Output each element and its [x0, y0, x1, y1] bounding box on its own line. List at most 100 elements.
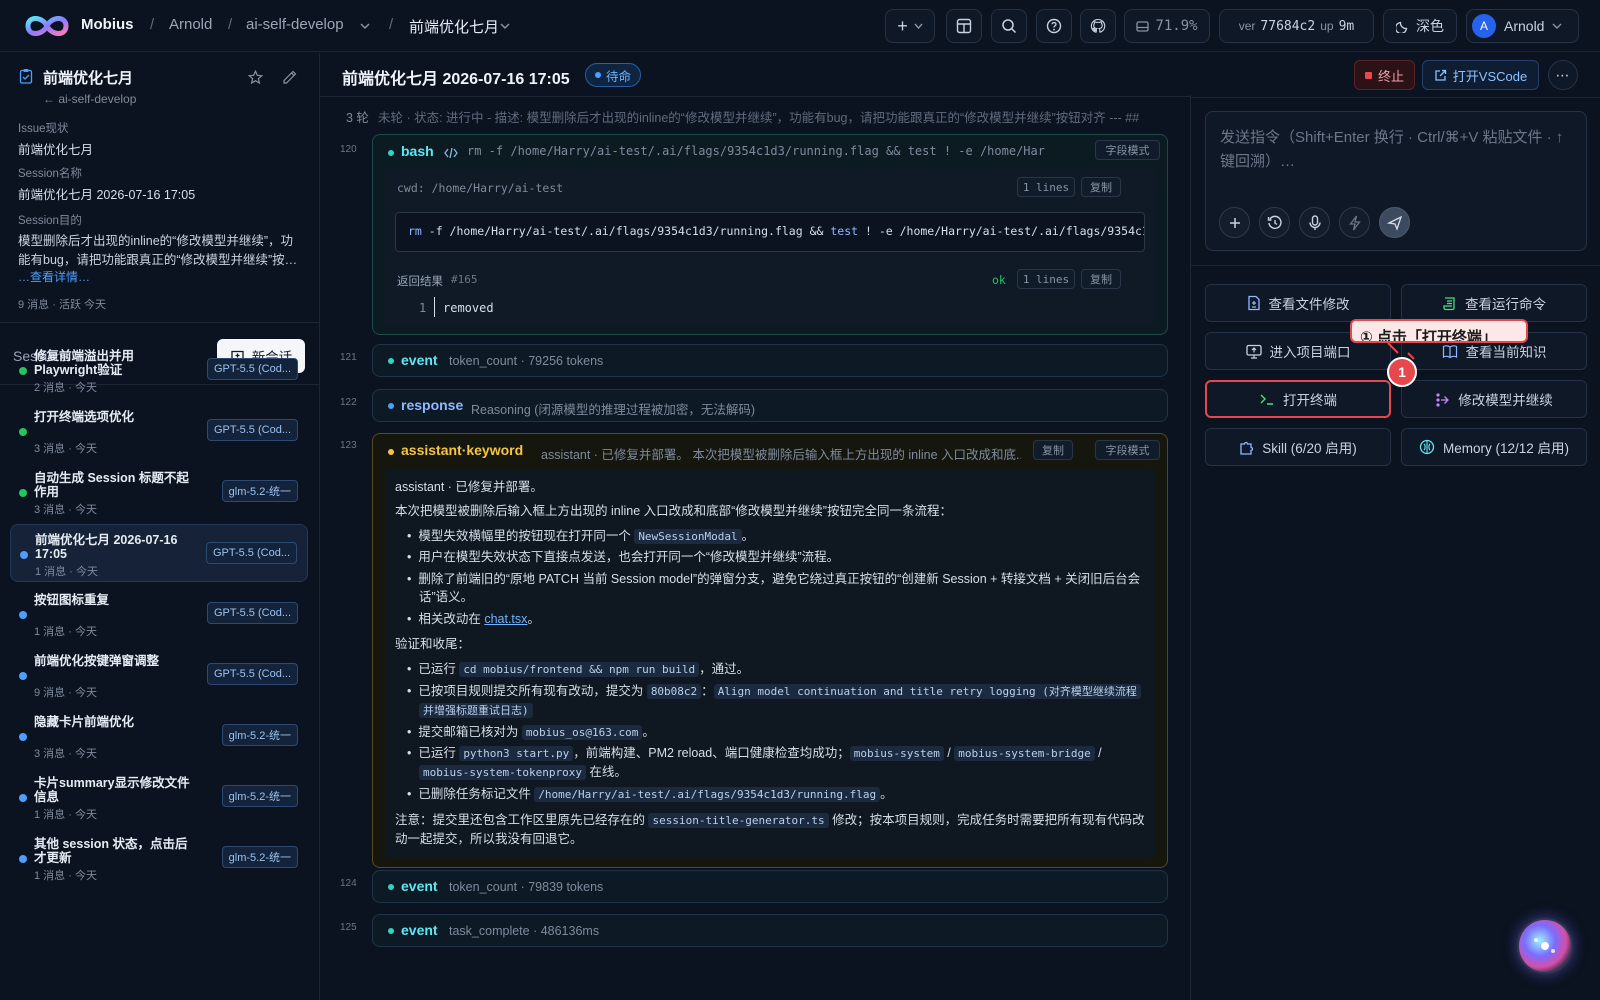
session-goal-label: Session目的 [18, 215, 82, 227]
add-menu-button[interactable]: + [885, 9, 935, 43]
event-block[interactable]: event task_complete · 486136ms [372, 914, 1168, 947]
version-label: ver [1238, 19, 1256, 33]
event-keyword: event [401, 352, 438, 368]
session-title: 自动生成 Session 标题不起作用 [34, 471, 189, 499]
inline-code: mobius_os@163.com [521, 725, 643, 740]
microphone-button[interactable] [1299, 207, 1330, 238]
breadcrumb-project[interactable]: ai-self-develop [246, 16, 344, 33]
breadcrumb-separator: / [150, 16, 155, 33]
line-count-label: 1 lines [1022, 272, 1070, 286]
more-icon: ⋯ [1555, 66, 1571, 83]
text: 。 [880, 787, 893, 801]
session-list-item[interactable]: 隐藏卡片前端优化 3 消息 · 今天 glm-5.2-统一 [10, 707, 308, 765]
event-block[interactable]: event token_count · 79256 tokens [372, 344, 1168, 377]
text: 在线。 [585, 765, 627, 779]
github-button[interactable] [1080, 9, 1116, 43]
view-commands-button[interactable]: 查看运行命令 [1401, 284, 1587, 322]
assistant-preview: assistant · 已修复并部署。 本次把模型被删除后输入框上方出现的 in… [541, 448, 1021, 462]
issue-status-value: 前端优化七月 [18, 143, 94, 157]
session-title: 其他 session 状态，点击后才更新 [34, 837, 188, 865]
file-link[interactable]: chat.tsx [484, 612, 527, 626]
list-item: • 已按项目规则提交所有现有改动，提交为 80b08c2： Align model… [407, 682, 1141, 701]
mobius-logo-icon[interactable] [24, 12, 70, 40]
view-file-changes-button[interactable]: 查看文件修改 [1205, 284, 1391, 322]
session-model-chip: GPT-5.5 (Cod... [206, 602, 298, 624]
session-list-item[interactable]: 按钮图标重复 1 消息 · 今天 GPT-5.5 (Cod... [10, 585, 308, 643]
history-button[interactable] [1259, 207, 1290, 238]
event-block[interactable]: event token_count · 79839 tokens [372, 870, 1168, 903]
assistant-orb-button[interactable] [1517, 918, 1573, 974]
session-list-item[interactable]: 前端优化七月 2026-07-16 17:05 1 消息 · 今天 GPT-5.5 … [10, 524, 308, 582]
help-button[interactable] [1036, 9, 1072, 43]
assistant-block: assistant·keyword assistant · 已修复并部署。 本次… [372, 433, 1168, 868]
command-input-placeholder: 发送指令（Shift+Enter 换行 · Ctrl/⌘+V 粘贴文件 · ↑键… [1220, 129, 1564, 170]
breadcrumb-user[interactable]: Arnold [169, 16, 212, 33]
session-model-chip: GPT-5.5 (Cod... [206, 358, 298, 380]
session-list-item[interactable]: 打开终端选项优化 3 消息 · 今天 GPT-5.5 (Cod... [10, 402, 308, 460]
message-feed[interactable]: 3 轮 未轮 · 状态: 进行中 - 描述: 模型删除后才出现的inline的“… [320, 97, 1190, 1000]
text: 。 [741, 529, 755, 543]
copy-button[interactable]: 复制 [1081, 177, 1121, 197]
session-list-item[interactable]: 卡片summary显示修改文件信息 1 消息 · 今天 glm-5.2-统一 [10, 768, 308, 826]
breadcrumb-issue[interactable]: 前端优化七月 [409, 16, 499, 37]
history-icon [1267, 215, 1282, 229]
session-list-item[interactable]: 自动生成 Session 标题不起作用 3 消息 · 今天 glm-5.2-统一 [10, 463, 308, 521]
copy-button[interactable]: 复制 [1081, 269, 1121, 289]
command-input[interactable]: 发送指令（Shift+Enter 换行 · Ctrl/⌘+V 粘贴文件 · ↑键… [1205, 111, 1587, 251]
change-model-continue-button[interactable]: 修改模型并继续 [1401, 380, 1587, 418]
see-more-link[interactable]: …查看详情… [18, 268, 90, 285]
search-button[interactable] [991, 9, 1027, 43]
session-list-item[interactable]: 修复前端溢出并用Playwright验证 2 消息 · 今天 GPT-5.5 (Co… [10, 341, 308, 399]
session-name-label: Session名称 [18, 168, 82, 180]
field-mode-button[interactable]: 字段模式 [1095, 440, 1160, 460]
session-status-dot-icon [19, 733, 27, 741]
text: / [1094, 746, 1102, 760]
list-item: • 已运行 cd mobius/frontend && npm run buil… [407, 662, 750, 677]
text: / [943, 746, 955, 760]
help-icon [1046, 18, 1062, 34]
uptime-label: up [1320, 19, 1334, 33]
more-menu-button[interactable]: ⋯ [1548, 60, 1578, 90]
assistant-dot-icon [388, 449, 394, 455]
note-paragraph: 注意：提交里还包含工作区里原先已经存在的 session-title-gener… [395, 811, 1145, 830]
text: 修改；按本项目规则，完成任务时需要把所有现有代码改 [828, 813, 1145, 827]
bash-keyword: bash [401, 143, 434, 159]
event-text: token_count · 79256 tokens [449, 354, 604, 368]
assistant-body: assistant · 已修复并部署。 本次把模型被删除后输入框上方出现的 in… [385, 470, 1155, 858]
skill-button[interactable]: Skill (6/20 启用) [1205, 428, 1391, 466]
session-title: 按钮图标重复 [34, 593, 110, 607]
session-list-item[interactable]: 前端优化按键弹窗调整 9 消息 · 今天 GPT-5.5 (Cod... [10, 646, 308, 704]
bash-command-preview: rm -f /home/Harry/ai-test/.ai/flags/9354… [467, 144, 1047, 158]
list-item: • 相关改动在 chat.tsx。 [407, 612, 540, 626]
theme-toggle-button[interactable]: 深色 [1383, 9, 1457, 43]
inline-code: NewSessionModal [634, 529, 742, 544]
session-model-chip: GPT-5.5 (Cod... [206, 419, 298, 441]
issue-back-link[interactable]: ← ai-self-develop [43, 92, 136, 106]
session-list-item[interactable]: 其他 session 状态，点击后才更新 1 消息 · 今天 glm-5.2-统一 [10, 829, 308, 887]
stop-button[interactable]: 终止 [1354, 60, 1415, 90]
session-goal-line: 能有bug，请把功能跟真正的“修改模型并继续”按… [18, 253, 298, 267]
text: 相关改动在 [418, 612, 485, 626]
response-block[interactable]: response Reasoning (闭源模型的推理过程被加密，无法解码) [372, 389, 1168, 422]
send-button[interactable] [1379, 207, 1410, 238]
quick-action-button[interactable] [1339, 207, 1370, 238]
response-dot-icon [388, 403, 394, 409]
memory-button[interactable]: Memory (12/12 启用) [1401, 428, 1587, 466]
text: 删除了前端旧的“原地 PATCH 当前 Session model”的弹窗分支，… [418, 572, 1141, 586]
user-menu-button[interactable]: A Arnold [1466, 9, 1579, 43]
layout-button[interactable] [946, 9, 982, 43]
lightning-icon [1348, 215, 1361, 230]
bash-command-box[interactable]: rm -f /home/Harry/ai-test/.ai/flags/9354… [395, 212, 1145, 252]
text: ，前端构建、PM2 reload、端口健康检查均成功； [573, 746, 850, 760]
open-vscode-button[interactable]: 打开VSCode [1422, 60, 1539, 90]
event-text: token_count · 79839 tokens [449, 880, 604, 894]
app-name[interactable]: Mobius [81, 16, 134, 33]
code-icon [444, 147, 458, 159]
star-icon[interactable] [248, 70, 263, 85]
edit-icon[interactable] [282, 70, 297, 85]
copy-button[interactable]: 复制 [1033, 440, 1073, 460]
attach-button[interactable] [1219, 207, 1250, 238]
status-badge: 待命 [585, 63, 642, 87]
open-terminal-button[interactable]: 打开终端 [1205, 380, 1391, 418]
field-mode-button[interactable]: 字段模式 [1095, 140, 1160, 160]
